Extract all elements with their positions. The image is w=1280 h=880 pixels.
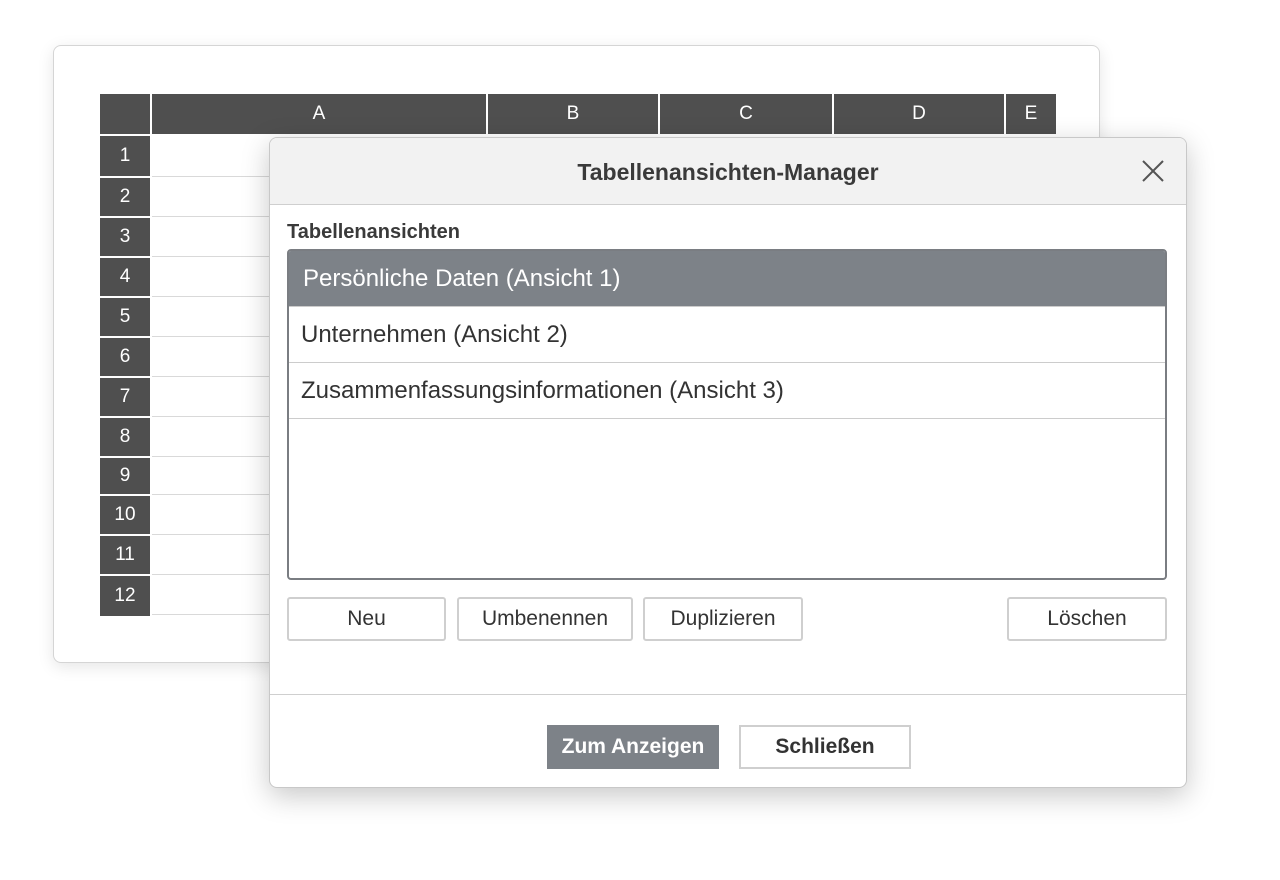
row-header-11[interactable]: 11	[100, 536, 150, 574]
row-header-9[interactable]: 9	[100, 458, 150, 494]
row-header-8[interactable]: 8	[100, 418, 150, 456]
row-header-2[interactable]: 2	[100, 178, 150, 216]
dialog-header: Tabellenansichten-Manager	[270, 138, 1186, 205]
view-item-summary[interactable]: Zusammenfassungsinformationen (Ansicht 3…	[289, 363, 1165, 419]
column-header-a[interactable]: A	[152, 94, 488, 134]
view-item-company[interactable]: Unternehmen (Ansicht 2)	[289, 307, 1165, 363]
column-header-c[interactable]: C	[660, 94, 834, 134]
column-header-e[interactable]: E	[1006, 94, 1056, 134]
row-header-7[interactable]: 7	[100, 378, 150, 416]
select-all-corner[interactable]	[100, 94, 152, 134]
row-header-3[interactable]: 3	[100, 218, 150, 256]
views-manager-dialog: Tabellenansichten-Manager Tabellenansich…	[269, 137, 1187, 788]
dialog-title: Tabellenansichten-Manager	[577, 159, 879, 185]
row-header-6[interactable]: 6	[100, 338, 150, 376]
close-icon[interactable]	[1140, 158, 1166, 184]
row-header-10[interactable]: 10	[100, 496, 150, 534]
column-header-b[interactable]: B	[488, 94, 660, 134]
show-view-button[interactable]: Zum Anzeigen	[547, 725, 719, 769]
views-list[interactable]: Persönliche Daten (Ansicht 1) Unternehme…	[287, 249, 1167, 580]
close-button[interactable]: Schließen	[739, 725, 911, 769]
row-header-5[interactable]: 5	[100, 298, 150, 336]
new-view-button[interactable]: Neu	[287, 597, 446, 641]
delete-view-button[interactable]: Löschen	[1007, 597, 1167, 641]
duplicate-view-button[interactable]: Duplizieren	[643, 597, 803, 641]
views-section-label: Tabellenansichten	[287, 221, 461, 243]
view-item-personal-data[interactable]: Persönliche Daten (Ansicht 1)	[289, 251, 1165, 307]
row-header-4[interactable]: 4	[100, 258, 150, 296]
row-header-12[interactable]: 12	[100, 576, 150, 616]
column-header-d[interactable]: D	[834, 94, 1006, 134]
rename-view-button[interactable]: Umbenennen	[457, 597, 633, 641]
footer-divider	[270, 694, 1186, 695]
row-header-1[interactable]: 1	[100, 136, 150, 176]
